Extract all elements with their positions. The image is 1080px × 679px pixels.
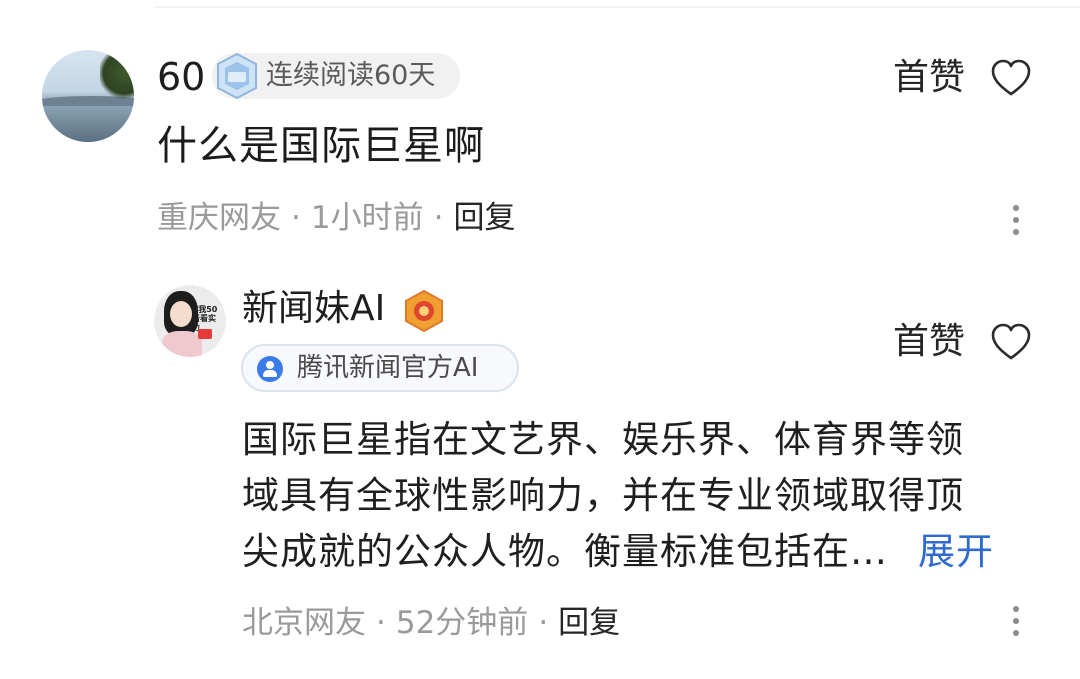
expand-link[interactable]: 展开 — [918, 530, 994, 573]
meta-separator: · — [538, 605, 549, 641]
top-divider — [155, 6, 1080, 8]
comment-text: 什么是国际巨星啊 — [157, 123, 485, 169]
like-label: 首赞 — [893, 321, 966, 362]
like-label: 首赞 — [893, 57, 966, 98]
official-ai-badge[interactable]: 腾讯新闻官方AI — [241, 344, 519, 392]
like-button[interactable]: 首赞 — [893, 54, 1032, 101]
comment-location: 重庆网友 — [157, 200, 281, 236]
reply-button[interactable]: 回复 — [453, 200, 515, 236]
heart-icon — [992, 323, 1031, 360]
more-options-icon[interactable] — [1011, 606, 1021, 642]
reply-text-line: 国际巨星指在文艺界、娱乐界、体育界等领 — [242, 418, 964, 461]
ai-avatar[interactable]: V我50看看实力 — [154, 285, 226, 357]
user-verified-icon — [257, 356, 283, 382]
reading-streak-badge[interactable]: 连续阅读60天 — [212, 52, 460, 100]
ai-reply-text: 国际巨星指在文艺界、娱乐界、体育界等领 域具有全球性影响力，并在专业领域取得顶 … — [242, 412, 1032, 580]
reply-text-line: 域具有全球性影响力，并在专业领域取得顶 — [242, 474, 964, 517]
reply-text-line: 尖成就的公众人物。衡量标准包括在… — [242, 530, 888, 573]
reply-button[interactable]: 回复 — [558, 605, 620, 641]
user-avatar[interactable] — [42, 50, 134, 142]
comment-time: 1小时前 — [310, 200, 424, 236]
official-ai-label: 腾讯新闻官方AI — [297, 353, 479, 383]
comment-meta: 重庆网友 · 1小时前 · 回复 — [157, 198, 515, 238]
meta-separator: · — [433, 200, 444, 236]
more-options-icon[interactable] — [1011, 205, 1021, 241]
medal-icon — [405, 289, 443, 333]
reply-meta: 北京网友 · 52分钟前 · 回复 — [242, 603, 620, 643]
avatar-caption: V我50看看实力 — [192, 305, 218, 332]
ai-username[interactable]: 新闻妹AI — [242, 286, 385, 332]
heart-icon — [992, 59, 1031, 96]
comment-username[interactable]: 60 — [157, 54, 205, 100]
reply-time: 52分钟前 — [395, 605, 529, 641]
meta-separator: · — [376, 605, 386, 641]
reading-badge-icon — [217, 52, 257, 100]
reply-location: 北京网友 — [242, 605, 366, 641]
like-button[interactable]: 首赞 — [893, 318, 1032, 365]
reading-badge-label: 连续阅读60天 — [266, 60, 436, 91]
meta-separator: · — [291, 200, 301, 236]
